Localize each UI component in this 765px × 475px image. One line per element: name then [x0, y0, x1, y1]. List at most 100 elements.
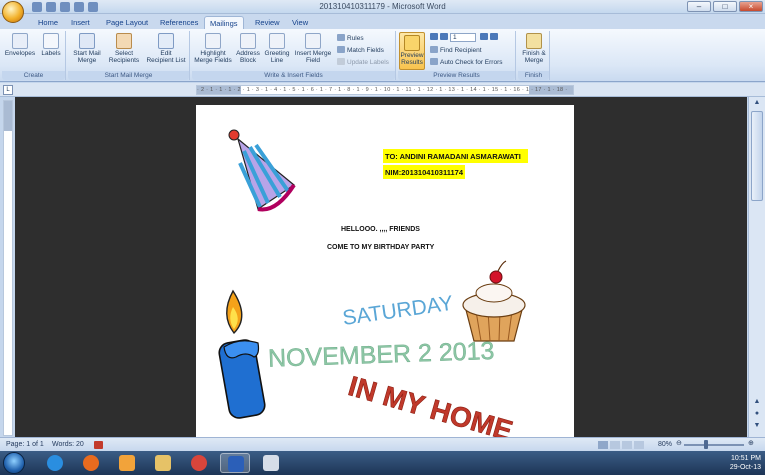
hello-line[interactable]: HELLOOO. ,,,, FRIENDS: [341, 226, 420, 233]
date-wordart[interactable]: NOVEMBER 2 2013: [267, 337, 495, 373]
folder-icon: [155, 455, 171, 471]
party-hat-icon: [228, 129, 296, 212]
taskbar-explorer[interactable]: [148, 453, 178, 473]
invitation-line[interactable]: COME TO MY BIRTHDAY PARTY: [327, 244, 435, 251]
scroll-thumb[interactable]: [751, 111, 763, 201]
vertical-ruler[interactable]: [3, 100, 13, 436]
highlight-icon: [205, 33, 221, 49]
finish-merge-button[interactable]: Finish & Merge: [519, 33, 549, 64]
record-navigation: 1: [430, 33, 500, 42]
full-screen-view-icon[interactable]: [610, 441, 620, 449]
tab-page-layout[interactable]: Page Layout: [106, 16, 148, 29]
auto-check-errors-button[interactable]: Auto Check for Errors: [430, 58, 503, 67]
group-label-preview-results: Preview Results: [398, 71, 515, 80]
edit-recipient-list-button[interactable]: Edit Recipient List: [144, 33, 188, 64]
clock-date[interactable]: 29-Oct-13: [730, 463, 761, 472]
internet-explorer-icon: [47, 455, 63, 471]
outline-view-icon[interactable]: [634, 441, 644, 449]
print-layout-view-icon[interactable]: [598, 441, 608, 449]
chrome-icon: [191, 455, 207, 471]
address-block-icon: [240, 33, 256, 49]
page-canvas: TO: ANDINI RAMADANI ASMARAWATI NIM:20131…: [218, 129, 528, 437]
start-button[interactable]: [3, 452, 25, 474]
taskbar-firefox[interactable]: [76, 453, 106, 473]
minimize-icon[interactable]: –: [687, 1, 711, 12]
find-recipient-button[interactable]: Find Recipient: [430, 46, 482, 55]
nim-line[interactable]: NIM:201310410311174: [385, 168, 464, 177]
zoom-slider-thumb[interactable]: [704, 440, 708, 449]
labels-button[interactable]: Labels: [38, 33, 64, 57]
tab-references[interactable]: References: [160, 16, 198, 29]
preview-results-button[interactable]: Preview Results: [399, 32, 425, 70]
close-icon[interactable]: ×: [739, 1, 763, 12]
office-button[interactable]: [2, 1, 24, 23]
zoom-in-icon[interactable]: ⊕: [748, 439, 754, 447]
group-write-insert-fields: Highlight Merge Fields Address Block Gre…: [192, 31, 396, 80]
record-number-input[interactable]: 1: [450, 33, 476, 42]
web-layout-view-icon[interactable]: [622, 441, 632, 449]
first-record-icon[interactable]: [430, 33, 438, 40]
next-record-icon[interactable]: [480, 33, 488, 40]
group-create: Envelopes Labels Create: [2, 31, 66, 80]
highlight-merge-fields-button[interactable]: Highlight Merge Fields: [193, 33, 233, 64]
taskbar-internet-explorer[interactable]: [40, 453, 70, 473]
tab-mailings[interactable]: Mailings: [204, 16, 244, 29]
previous-record-icon[interactable]: [440, 33, 448, 40]
proofing-icon[interactable]: [94, 441, 103, 449]
maximize-icon[interactable]: □: [713, 1, 737, 12]
taskbar-chrome[interactable]: [184, 453, 214, 473]
select-recipients-button[interactable]: Select Recipients: [105, 33, 143, 64]
envelope-icon: [12, 33, 28, 49]
horizontal-ruler[interactable]: · 2 · 1 · 1 · 1 · 2 · 1 · 3 · 1 · 4 · 1 …: [196, 85, 574, 95]
document-area[interactable]: TO: ANDINI RAMADANI ASMARAWATI NIM:20131…: [15, 97, 747, 437]
window-title: 201310410311179 - Microsoft Word: [319, 2, 446, 11]
taskbar-media-player[interactable]: [112, 453, 142, 473]
zoom-level[interactable]: 80%: [658, 441, 672, 448]
tab-selector-button[interactable]: L: [3, 85, 13, 95]
group-label-write-insert-fields: Write & Insert Fields: [192, 71, 395, 80]
vertical-scrollbar[interactable]: ▲ ▲ ● ▼: [748, 97, 765, 437]
select-browse-object-icon[interactable]: ●: [751, 409, 763, 419]
edit-list-icon: [158, 33, 174, 49]
rules-icon: [337, 34, 345, 41]
tab-view[interactable]: View: [292, 16, 308, 29]
scroll-up-icon[interactable]: ▲: [751, 98, 763, 108]
tab-review[interactable]: Review: [255, 16, 280, 29]
rules-button[interactable]: Rules: [337, 34, 364, 43]
group-preview-results: Preview Results 1 Find Recipient Auto Ch…: [398, 31, 516, 80]
saturday-wordart[interactable]: SATURDAY: [341, 292, 454, 330]
address-block-button[interactable]: Address Block: [233, 33, 263, 64]
taskbar-word[interactable]: [220, 453, 250, 473]
document-page[interactable]: TO: ANDINI RAMADANI ASMARAWATI NIM:20131…: [196, 105, 574, 437]
insert-merge-field-button[interactable]: Insert Merge Field: [292, 33, 334, 64]
to-line[interactable]: TO: ANDINI RAMADANI ASMARAWATI: [385, 152, 521, 161]
match-fields-button[interactable]: Match Fields: [337, 46, 384, 55]
greeting-line-icon: [269, 33, 285, 49]
previous-page-icon[interactable]: ▲: [751, 397, 763, 407]
word-count[interactable]: Words: 20: [52, 441, 84, 448]
group-finish: Finish & Merge Finish: [518, 31, 550, 80]
last-record-icon[interactable]: [490, 33, 498, 40]
next-page-icon[interactable]: ▼: [751, 421, 763, 431]
page-count[interactable]: Page: 1 of 1: [6, 441, 44, 448]
zoom-slider[interactable]: [684, 444, 744, 446]
mail-merge-icon: [79, 33, 95, 49]
finish-merge-icon: [526, 33, 542, 49]
greeting-line-button[interactable]: Greeting Line: [262, 33, 292, 64]
cupcake-icon: [462, 260, 526, 342]
update-labels-button[interactable]: Update Labels: [337, 58, 389, 67]
clock-time[interactable]: 10:51 PM: [731, 454, 761, 463]
tab-insert[interactable]: Insert: [71, 16, 90, 29]
group-label-start-mail-merge: Start Mail Merge: [68, 71, 189, 80]
zoom-out-icon[interactable]: ⊖: [676, 439, 682, 447]
check-errors-icon: [430, 58, 438, 65]
place-wordart[interactable]: IN MY HOME: [345, 370, 517, 437]
group-label-create: Create: [2, 71, 65, 80]
envelopes-button[interactable]: Envelopes: [4, 33, 36, 57]
start-mail-merge-button[interactable]: Start Mail Merge: [69, 33, 105, 64]
group-start-mail-merge: Start Mail Merge Select Recipients Edit …: [68, 31, 190, 80]
taskbar-paint[interactable]: [256, 453, 286, 473]
tab-home[interactable]: Home: [38, 16, 58, 29]
ruler-scale: · 2 · 1 · 1 · 1 · 2 · 1 · 3 · 1 · 4 · 1 …: [197, 87, 568, 93]
title-bar: 201310410311179 - Microsoft Word – □ ×: [0, 0, 765, 23]
